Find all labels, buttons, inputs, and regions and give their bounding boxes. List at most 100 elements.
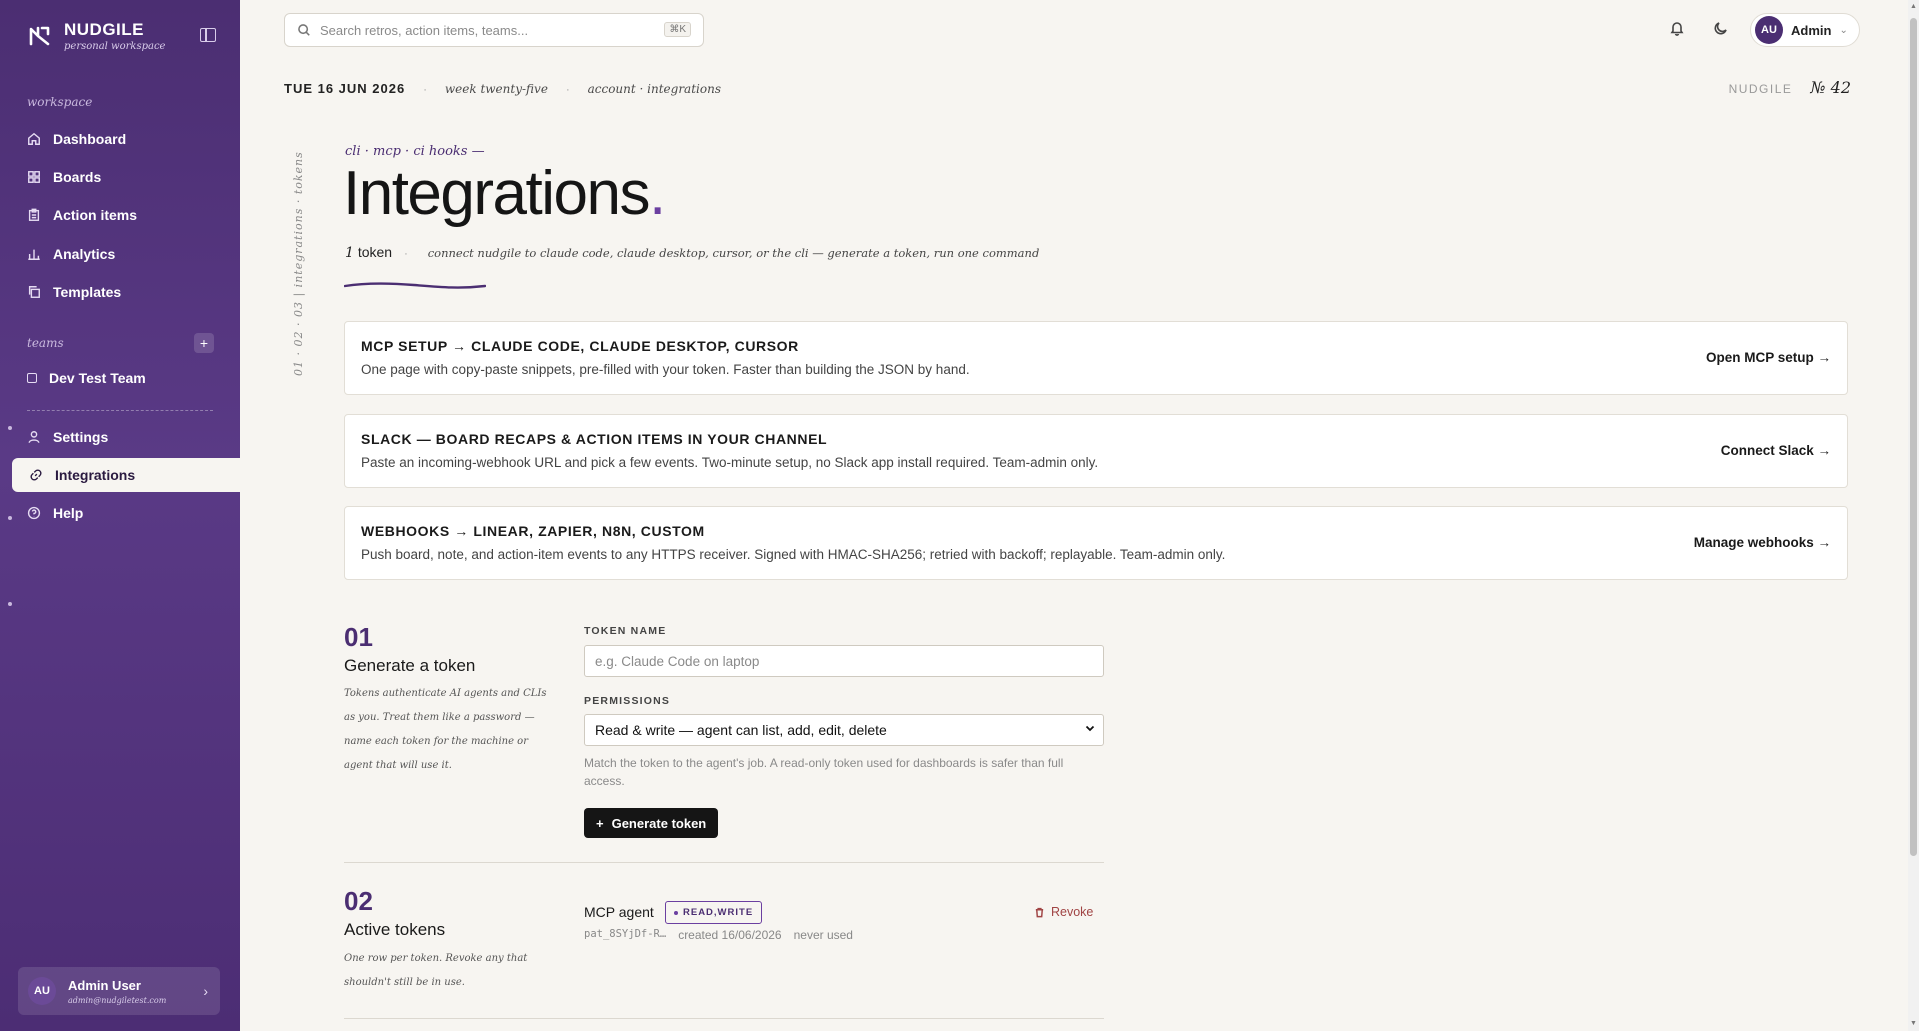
card-description: One page with copy-paste snippets, pre-f… (361, 362, 970, 377)
avatar: AU (1755, 16, 1783, 44)
permissions-help-text: Match the token to the agent's job. A re… (584, 756, 1064, 788)
theme-toggle-button[interactable] (1713, 20, 1731, 38)
sidebar-item-integrations[interactable]: Integrations (12, 458, 240, 492)
page-kicker: cli · mcp · ci hooks — (345, 144, 485, 159)
section-divider (344, 862, 1104, 863)
permissions-label: PERMISSIONS (584, 695, 671, 707)
sidebar-item-label: Analytics (53, 246, 116, 262)
scope-badge: READ,WRITE (665, 901, 763, 924)
token-name-label: TOKEN NAME (584, 625, 667, 637)
sidebar-item-label: Action items (53, 207, 138, 223)
workspace-section-label: workspace (27, 95, 93, 109)
section-note: Tokens authenticate AI agents and CLIs a… (344, 688, 547, 771)
permissions-selected-value: Read & write — agent can list, add, edit… (595, 722, 887, 738)
sidebar-item-label: Help (53, 505, 84, 521)
scroll-down-icon[interactable]: ▼ (1910, 1020, 1917, 1027)
trash-icon (1035, 907, 1044, 917)
scope-badge-label: READ,WRITE (683, 907, 754, 918)
sidebar-item-label: Integrations (55, 467, 136, 483)
plus-icon: + (596, 815, 604, 831)
user-name: Admin User (68, 977, 141, 993)
scrollbar-thumb[interactable] (1910, 18, 1917, 856)
sidebar-item-label: Boards (53, 169, 102, 185)
search-box[interactable]: ⌘K (284, 13, 704, 47)
slack-card[interactable]: SLACK — BOARD RECAPS & ACTION ITEMS IN Y… (344, 414, 1848, 488)
token-count-label: token (357, 244, 393, 260)
sidebar-item-dev-test-team[interactable]: Dev Test Team (0, 361, 240, 395)
card-title: MCP SETUP → CLAUDE CODE, CLAUDE DESKTOP,… (361, 338, 799, 354)
sidebar-item-settings[interactable]: Settings (0, 420, 240, 454)
token-name-input[interactable] (584, 645, 1104, 677)
mcp-setup-card[interactable]: MCP SETUP → CLAUDE CODE, CLAUDE DESKTOP,… (344, 321, 1848, 395)
brand-name: NUDGILE (64, 20, 144, 39)
clipboard-icon (28, 208, 40, 221)
sidebar-item-label: Templates (53, 284, 122, 300)
home-icon (28, 132, 40, 145)
separator-dot: · (423, 84, 427, 96)
topbar: ⌘K AU Admin ⌄ (240, 0, 1908, 60)
token-name: MCP agent (584, 904, 654, 920)
issue-number: № 42 (1810, 78, 1851, 97)
card-title: WEBHOOKS → LINEAR, ZAPIER, N8N, CUSTOM (361, 523, 705, 539)
generate-token-button[interactable]: + Generate token (584, 808, 719, 838)
brand[interactable]: NUDGILE personal workspace (28, 20, 165, 52)
issue-marker: NUDGILE № 42 (1729, 78, 1851, 97)
help-circle-icon (27, 506, 41, 520)
avatar: AU (28, 977, 56, 1005)
user-menu[interactable]: AU Admin User admin@nudgiletest.com › (18, 967, 220, 1015)
scroll-up-icon[interactable]: ▲ (1910, 3, 1917, 10)
sidebar-divider (27, 410, 213, 411)
team-square-icon (27, 373, 37, 383)
add-team-button[interactable]: + (194, 333, 214, 353)
sidebar-item-action-items[interactable]: Action items (0, 198, 240, 232)
chevron-down-icon: ⌄ (1839, 24, 1848, 36)
page-description: connect nudgile to claude code, claude d… (427, 246, 1040, 260)
separator-dot: · (404, 248, 408, 260)
search-input[interactable] (320, 22, 650, 38)
section-index-vertical: 01 · 02 · 03 | integrations · tokens (292, 151, 305, 376)
page-title-dot: . (649, 159, 666, 228)
sidebar-item-analytics[interactable]: Analytics (0, 237, 240, 271)
moon-icon (1714, 22, 1727, 35)
separator-dot: · (565, 84, 570, 96)
permissions-select[interactable]: Read & write — agent can list, add, edit… (584, 714, 1104, 746)
shortcut-hint: ⌘K (664, 22, 691, 37)
breadcrumb: account · integrations (587, 82, 721, 96)
page-title: Integrations. (343, 158, 666, 229)
decor-dot (8, 426, 12, 430)
chevron-right-icon: › (203, 983, 208, 999)
sidebar-collapse-icon[interactable] (200, 28, 216, 42)
sidebar-item-boards[interactable]: Boards (0, 160, 240, 194)
bar-chart-icon (28, 249, 40, 260)
revoke-label: Revoke (1051, 905, 1094, 919)
card-description: Paste an incoming-webhook URL and pick a… (361, 455, 1099, 470)
grid-icon (28, 171, 40, 183)
manage-webhooks-link[interactable]: Manage webhooks → (1694, 535, 1831, 550)
sidebar-item-help[interactable]: Help (0, 496, 240, 530)
chevron-down-icon (1085, 725, 1095, 732)
page-scrollbar[interactable]: ▲ ▼ (1908, 0, 1919, 1031)
section-divider (344, 1018, 1104, 1019)
card-title: SLACK — BOARD RECAPS & ACTION ITEMS IN Y… (361, 431, 828, 447)
notifications-button[interactable] (1669, 20, 1687, 38)
card-description: Push board, note, and action-item events… (361, 547, 1226, 562)
account-name: Admin (1791, 22, 1832, 38)
open-mcp-setup-link[interactable]: Open MCP setup → (1706, 350, 1831, 365)
issue-brand: NUDGILE (1728, 82, 1793, 96)
revoke-token-button[interactable]: Revoke (1034, 905, 1093, 919)
nudgile-logo-icon (29, 26, 50, 46)
section-number: 02 (344, 886, 373, 916)
connect-slack-link[interactable]: Connect Slack → (1721, 443, 1831, 458)
date-strip: TUE 16 JUN 2026 · week twenty-five · acc… (284, 81, 721, 96)
bell-icon (1670, 22, 1684, 36)
sidebar-item-label: Settings (53, 429, 109, 445)
link-icon (30, 469, 42, 481)
webhooks-card[interactable]: WEBHOOKS → LINEAR, ZAPIER, N8N, CUSTOM P… (344, 506, 1848, 580)
current-date: TUE 16 JUN 2026 (284, 81, 406, 96)
sidebar-item-templates[interactable]: Templates (0, 275, 240, 309)
sidebar-item-dashboard[interactable]: Dashboard (0, 122, 240, 156)
section-number: 01 (344, 622, 373, 652)
week-label: week twenty-five (444, 82, 548, 96)
token-meta: pat_8SYjDf-R… created 16/06/2026 never u… (584, 928, 853, 942)
account-menu-button[interactable]: AU Admin ⌄ (1750, 13, 1860, 47)
